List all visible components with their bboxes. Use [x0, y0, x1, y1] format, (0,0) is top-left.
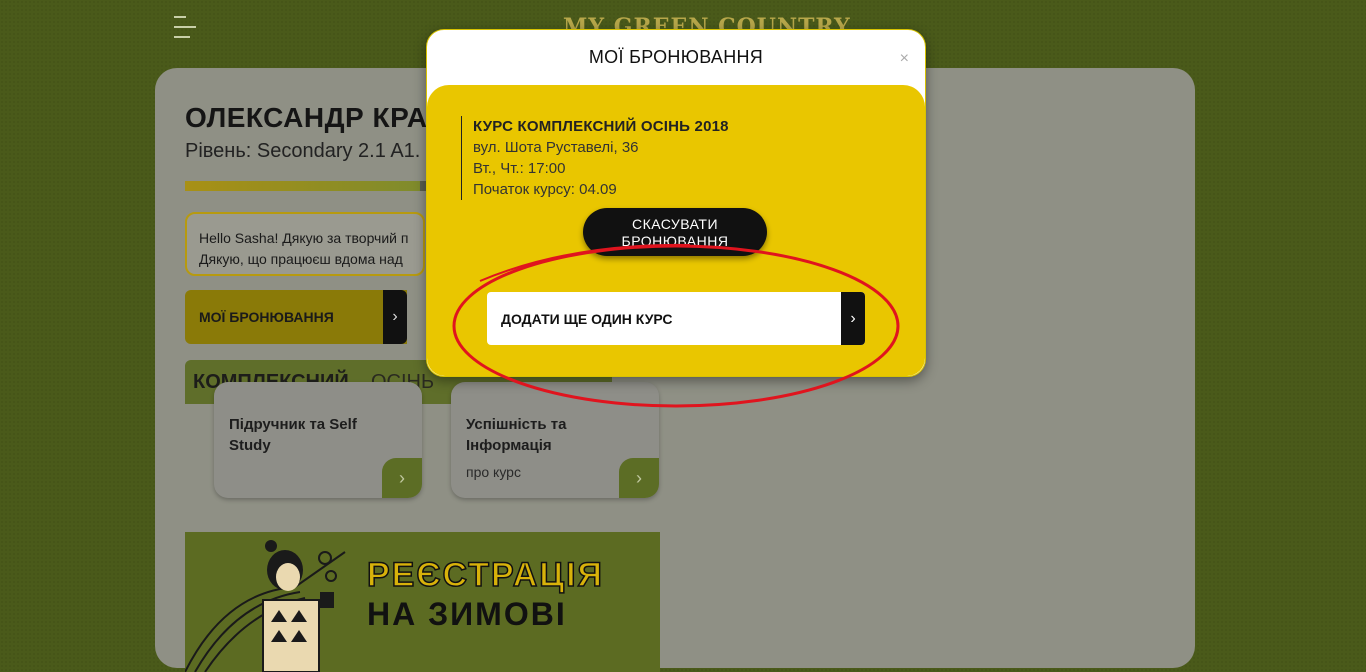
- modal-title: МОЇ БРОНЮВАННЯ: [588, 47, 764, 67]
- booking-course-name: КУРС КОМПЛЕКСНИЙ ОСІНЬ 2018: [473, 118, 729, 135]
- chevron-right-icon[interactable]: ›: [382, 458, 422, 498]
- bookings-modal: МОЇ БРОНЮВАННЯ × КУРС КОМПЛЕКСНИЙ ОСІНЬ …: [426, 29, 926, 377]
- chevron-right-icon: ›: [383, 290, 407, 344]
- user-level: Рівень: Secondary 2.1 A1.: [185, 140, 421, 162]
- booking-start-date: Початок курсу: 04.09: [473, 181, 617, 198]
- teacher-message: Hello Sasha! Дякую за творчий п Дякую, щ…: [185, 212, 425, 276]
- chevron-right-icon: ›: [841, 292, 865, 345]
- tile-progress-info[interactable]: Успішність та Інформація про курс ›: [451, 382, 659, 498]
- message-line: Hello Sasha! Дякую за творчий п: [199, 230, 409, 246]
- user-name: ОЛЕКСАНДР КРА: [185, 102, 428, 133]
- tile-subtitle: про курс: [466, 464, 521, 480]
- message-line: Дякую, що працюєш вдома над: [199, 251, 403, 267]
- level-progress-fill: [185, 181, 421, 191]
- booking-details: КУРС КОМПЛЕКСНИЙ ОСІНЬ 2018 вул. Шота Ру…: [461, 116, 729, 200]
- add-course-button[interactable]: ДОДАТИ ЩЕ ОДИН КУРС ›: [487, 292, 865, 345]
- promo-banner[interactable]: РЕЄСТРАЦІЯ НА ЗИМОВІ: [185, 532, 660, 672]
- tile-title: Підручник та Self Study: [229, 416, 357, 454]
- booking-address: вул. Шота Руставелі, 36: [473, 139, 639, 156]
- booking-schedule: Вт., Чт.: 17:00: [473, 160, 566, 177]
- chevron-right-icon[interactable]: ›: [619, 458, 659, 498]
- cancel-booking-button[interactable]: СКАСУВАТИ БРОНЮВАННЯ: [583, 208, 767, 256]
- tile-title: Успішність та Інформація: [466, 416, 567, 454]
- modal-body: КУРС КОМПЛЕКСНИЙ ОСІНЬ 2018 вул. Шота Ру…: [427, 85, 925, 376]
- my-bookings-button[interactable]: МОЇ БРОНЮВАННЯ ›: [185, 290, 407, 344]
- hamburger-menu-icon[interactable]: [174, 16, 196, 40]
- level-progress-bar: [185, 181, 430, 191]
- promo-illustration-icon: [185, 540, 346, 672]
- promo-title: РЕЄСТРАЦІЯ: [366, 555, 604, 595]
- add-course-label: ДОДАТИ ЩЕ ОДИН КУРС: [501, 311, 673, 327]
- close-icon[interactable]: ×: [900, 50, 909, 68]
- promo-subtitle: НА ЗИМОВІ: [367, 596, 567, 632]
- tile-textbook[interactable]: Підручник та Self Study ›: [214, 382, 422, 498]
- my-bookings-label: МОЇ БРОНЮВАННЯ: [199, 309, 334, 325]
